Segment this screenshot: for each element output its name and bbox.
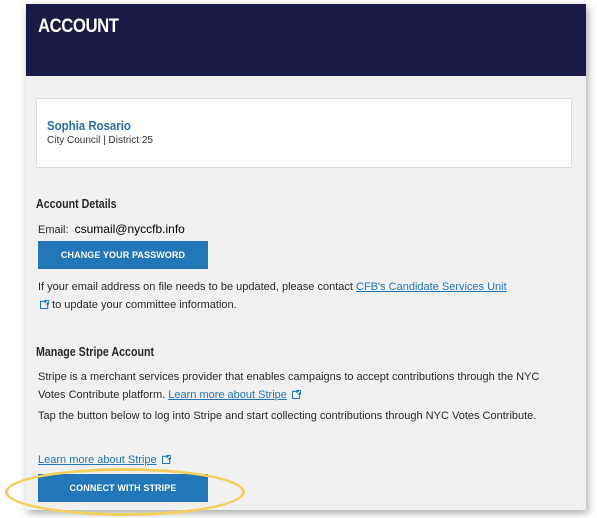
account-body: Sophia Rosario City Council | District 2… bbox=[26, 76, 586, 510]
account-details-title: Account Details bbox=[36, 196, 117, 211]
learn-more-stripe-link[interactable]: Learn more about Stripe bbox=[38, 454, 157, 466]
change-password-button[interactable]: CHANGE YOUR PASSWORD bbox=[38, 241, 208, 269]
stripe-section-title: Manage Stripe Account bbox=[36, 344, 155, 359]
email-label: Email: bbox=[38, 224, 69, 236]
external-link-icon[interactable] bbox=[40, 300, 49, 309]
email-row: Email: csumail@nyccfb.info bbox=[38, 222, 185, 236]
email-update-prefix: If your email address on file needs to b… bbox=[38, 281, 353, 293]
external-link-icon[interactable] bbox=[291, 390, 301, 399]
page-title: ACCOUNT bbox=[38, 16, 119, 37]
email-value: csumail@nyccfb.info bbox=[74, 222, 185, 236]
candidate-name: Sophia Rosario bbox=[47, 118, 131, 133]
stripe-instructions: Tap the button below to log into Stripe … bbox=[38, 410, 537, 422]
stripe-description: Stripe is a merchant services provider t… bbox=[38, 368, 568, 404]
candidate-office: City Council | District 25 bbox=[47, 135, 153, 146]
candidate-services-link[interactable]: CFB's Candidate Services Unit bbox=[356, 281, 507, 293]
email-update-suffix: to update your committee information. bbox=[52, 299, 237, 311]
candidate-card: Sophia Rosario City Council | District 2… bbox=[36, 98, 572, 168]
learn-more-stripe-row: Learn more about Stripe bbox=[38, 451, 568, 469]
account-panel: ACCOUNT Sophia Rosario City Council | Di… bbox=[26, 4, 586, 510]
connect-stripe-button[interactable]: CONNECT WITH STRIPE bbox=[38, 474, 208, 502]
external-link-icon[interactable] bbox=[161, 455, 171, 464]
learn-more-stripe-inline-link[interactable]: Learn more about Stripe bbox=[168, 389, 287, 401]
stripe-description-text: Stripe is a merchant services provider t… bbox=[38, 371, 540, 401]
email-update-text: If your email address on file needs to b… bbox=[38, 278, 568, 314]
account-header: ACCOUNT bbox=[26, 4, 586, 76]
